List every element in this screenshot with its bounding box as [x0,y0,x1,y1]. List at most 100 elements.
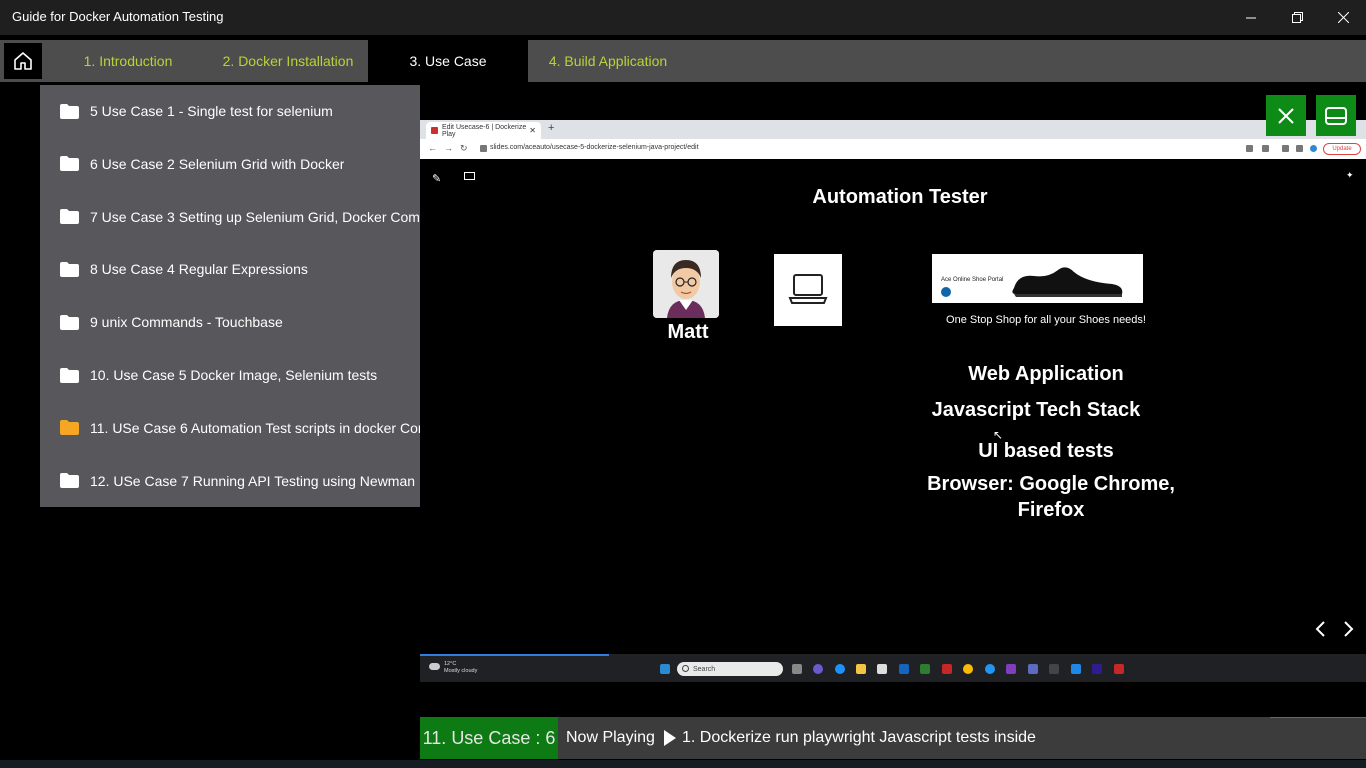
previous-slide-button[interactable] [1313,620,1327,643]
home-button[interactable] [4,43,42,79]
sidebar-item[interactable]: 9 unix Commands - Touchbase [40,296,420,348]
browser-tab-title: Edit Usecase-6 | Dockerize Play [441,123,527,138]
shop-tagline: One Stop Shop for all your Shoes needs! [946,314,1146,326]
now-playing-title: 1. Dockerize run playwright Javascript t… [682,729,1036,746]
sidebar-item[interactable]: 8 Use Case 4 Regular Expressions [40,243,420,295]
close-icon [1278,107,1294,124]
folder-icon [60,367,79,383]
app-red-icon [942,664,952,674]
sidebar: 5 Use Case 1 - Single test for selenium 6… [40,85,420,507]
sidebar-item[interactable]: 7 Use Case 3 Setting up Selenium Grid, D… [40,191,420,243]
slide-line-browsers: Browser: Google Chrome, Firefox [927,473,1175,521]
close-icon [1337,12,1349,23]
play-icon [664,730,676,746]
sidepanel-icon [1296,145,1303,152]
cloud-icon [429,663,440,670]
sidebar-item-label: 9 unix Commands - Touchbase [90,314,283,331]
extension-icon: ✦ [1346,170,1354,180]
laptop-icon [774,254,842,326]
video-player[interactable]: Edit Usecase-6 | Dockerize Play ✕ + ← → … [420,85,1366,715]
app-purple-icon [1028,664,1038,674]
sidebar-item[interactable]: 11. USe Case 6 Automation Test scripts i… [40,402,420,454]
toggle-layout-button[interactable] [1316,95,1356,136]
lock-icon [480,145,487,152]
store-icon [877,664,887,674]
slide-line-web-application: Web Application [968,363,1124,385]
search-icon [682,665,689,672]
taskbar-search-placeholder: Search [693,665,716,673]
url-text: slides.com/aceauto/usecase-5-dockerize-s… [490,144,699,151]
recorded-taskbar: 12°C Mostly cloudy Search [420,656,1366,682]
present-icon [464,172,475,180]
tab-bar: 1. Introduction 2. Docker Installation 3… [0,40,1366,82]
slide-canvas: ✎ ✦ Automation Tester Matt Ace Online Sh… [420,160,1366,655]
shoe-icon [1012,267,1123,297]
back-icon: ← [428,143,437,153]
restore-button[interactable] [1274,0,1320,35]
close-video-button[interactable] [1266,95,1306,136]
home-icon [14,52,32,70]
vscode-icon [1071,664,1081,674]
star-icon [1262,145,1269,152]
sidebar-item[interactable]: 12. USe Case 7 Running API Testing using… [40,455,420,507]
folder-icon [60,314,79,330]
slide-line-tech-stack: Javascript Tech Stack [931,399,1141,421]
terminal-icon [1049,664,1059,674]
folder-icon [60,156,79,172]
sidebar-item[interactable]: 10. Use Case 5 Docker Image, Selenium te… [40,349,420,401]
chat-icon [813,664,823,674]
sidebar-item[interactable]: 6 Use Case 2 Selenium Grid with Docker [40,138,420,190]
layout-icon [1325,106,1347,125]
extensions-icon [1282,145,1289,152]
tab-use-case[interactable]: 3. Use Case [368,40,528,82]
weather-widget: 12°C Mostly cloudy [429,661,477,675]
app-blue-icon [985,664,995,674]
app-red-2-icon [1114,664,1124,674]
app-window: Guide for Docker Automation Testing 1. I… [0,0,1366,768]
minimize-button[interactable] [1228,0,1274,35]
mail-icon [899,664,909,674]
sidebar-item[interactable]: 5 Use Case 1 - Single test for selenium [40,85,420,137]
reload-icon: ↻ [460,143,468,153]
close-button[interactable] [1320,0,1366,35]
chevron-left-icon [1315,621,1325,637]
avatar [653,250,719,318]
chevron-right-icon [1344,621,1354,637]
shop-logo-icon [941,287,951,297]
windows-start-icon [660,664,670,674]
pen-icon: ✎ [432,173,442,185]
person-name: Matt [667,321,709,343]
folder-icon [60,473,79,489]
browser-tab: Edit Usecase-6 | Dockerize Play ✕ [426,122,541,139]
taskbar-search: Search [677,662,783,676]
sidebar-item-label: 8 Use Case 4 Regular Expressions [90,261,308,278]
share-icon [1246,145,1253,152]
restore-icon [1291,12,1303,23]
shop-preview-image: Ace Online Shoe Portal [932,254,1143,303]
tab-build-application[interactable]: 4. Build Application [532,40,684,82]
next-slide-button[interactable] [1342,620,1356,643]
bottom-strip [0,760,1366,768]
browser-address-bar: ← → ↻ slides.com/aceauto/usecase-5-docke… [420,139,1366,159]
folder-icon [60,261,79,277]
forward-icon: → [444,143,453,153]
folder-icon [60,209,79,225]
folder-icon [60,103,79,119]
sidebar-item-label: 11. USe Case 6 Automation Test scripts i… [90,419,420,436]
tab-docker-installation[interactable]: 2. Docker Installation [208,40,368,82]
minimize-icon [1246,17,1256,18]
sidebar-item-label: 12. USe Case 7 Running API Testing using… [90,472,420,489]
sidebar-item-label: 7 Use Case 3 Setting up Selenium Grid, D… [90,208,420,225]
slide-line-ui-tests: UI based tests [978,440,1114,462]
app-icon [920,664,930,674]
shop-brand: Ace Online Shoe Portal [941,277,1004,283]
onenote-icon [1006,664,1016,674]
task-view-icon [792,664,802,674]
weather-text: Mostly cloudy [444,668,478,674]
tab-introduction[interactable]: 1. Introduction [68,40,188,82]
window-title: Guide for Docker Automation Testing [12,9,224,24]
favicon-icon [431,127,438,134]
mouse-cursor-icon: ↖ [993,428,1004,442]
file-explorer-icon [856,664,866,674]
now-playing-bar: 11. Use Case : 6 Now Playing 1. Dockeriz… [420,717,1366,759]
